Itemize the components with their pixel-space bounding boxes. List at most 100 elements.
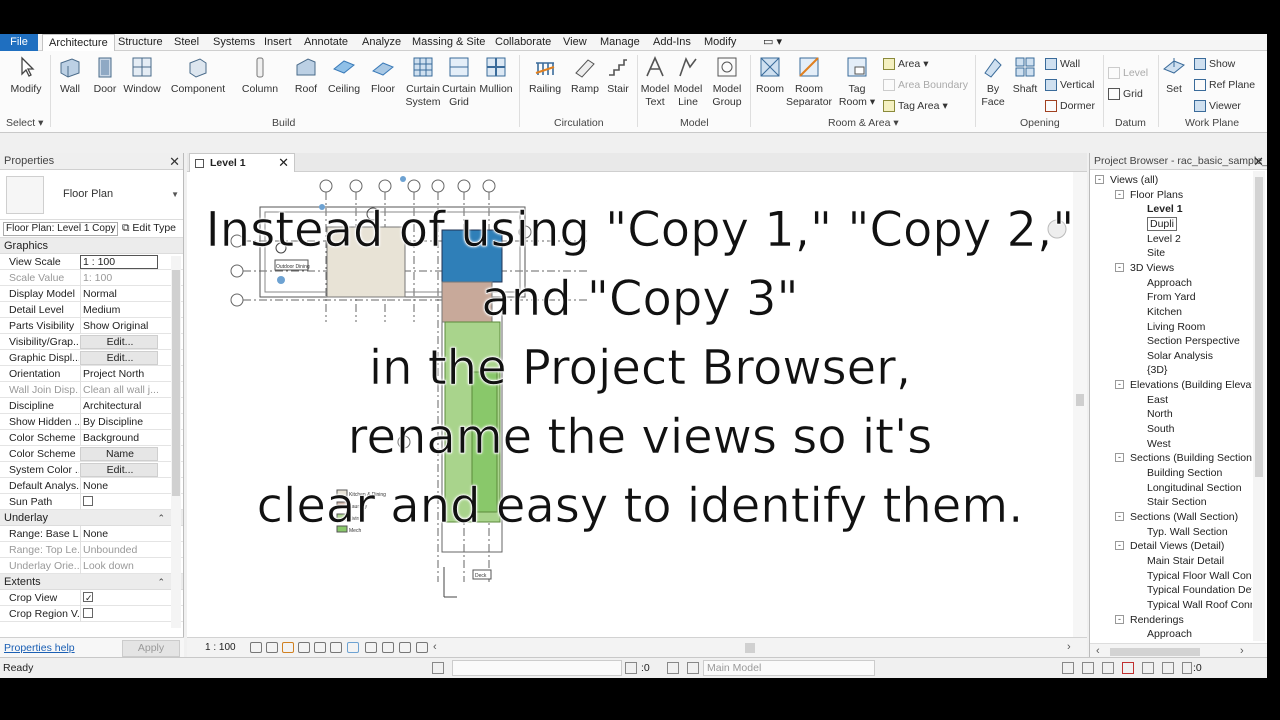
model-line-button[interactable]: Model Line xyxy=(666,55,710,109)
tab-systems[interactable]: Systems xyxy=(207,34,261,51)
collapse-toggle-icon[interactable]: - xyxy=(1115,189,1124,199)
edit-type-button[interactable]: ⧉ Edit Type xyxy=(122,222,176,235)
scroll-thumb[interactable] xyxy=(172,270,180,496)
scroll-thumb[interactable] xyxy=(1255,177,1263,477)
workset-icon[interactable] xyxy=(432,662,444,674)
close-icon[interactable]: ✕ xyxy=(169,153,180,170)
browser-view-item[interactable]: Level 2 xyxy=(1147,232,1181,246)
browser-category[interactable]: Views (all) xyxy=(1110,173,1158,187)
property-value[interactable] xyxy=(80,494,158,510)
checkbox[interactable] xyxy=(83,496,93,507)
ref-plane-button[interactable]: Ref Plane xyxy=(1194,79,1255,91)
type-selector[interactable]: Floor Plan ▼ xyxy=(0,170,183,220)
tab-analyze[interactable]: Analyze xyxy=(356,34,407,51)
editable-only-icon[interactable] xyxy=(625,662,637,674)
scroll-right-icon[interactable]: › xyxy=(1240,645,1244,657)
property-value[interactable]: Edit... xyxy=(80,351,158,365)
property-value[interactable]: Edit... xyxy=(80,463,158,477)
section-underlay[interactable]: Underlay ⌃ xyxy=(0,510,183,526)
property-value[interactable]: Medium xyxy=(80,302,158,318)
browser-view-item[interactable]: Approach xyxy=(1147,627,1192,641)
collapse-toggle-icon[interactable]: - xyxy=(1095,175,1104,184)
main-model-icon[interactable] xyxy=(687,662,699,674)
browser-category[interactable]: Floor Plans xyxy=(1130,188,1183,202)
tab-architecture[interactable]: Architecture xyxy=(42,34,115,52)
tab-steel[interactable]: Steel xyxy=(168,34,205,51)
worksharing-icon[interactable] xyxy=(382,642,394,653)
collapse-icon[interactable]: ⌃ xyxy=(157,510,165,526)
browser-category[interactable]: Renderings xyxy=(1130,613,1184,627)
tab-massing-site[interactable]: Massing & Site xyxy=(406,34,491,51)
modify-button[interactable]: Modify xyxy=(4,55,48,96)
show-workplane-button[interactable]: Show xyxy=(1194,58,1235,70)
tab-view[interactable]: View xyxy=(557,34,593,51)
viewer-button[interactable]: Viewer xyxy=(1194,100,1241,112)
property-value[interactable]: Edit... xyxy=(80,335,158,349)
browser-view-item[interactable]: North xyxy=(1147,407,1173,421)
browser-view-item[interactable]: Longitudinal Section xyxy=(1147,481,1242,495)
shadows-icon[interactable] xyxy=(298,642,310,653)
property-value[interactable]: None xyxy=(80,526,158,542)
property-value[interactable]: Show Original xyxy=(80,318,158,334)
shaft-button[interactable]: Shaft xyxy=(1003,55,1047,96)
tab-level-1[interactable]: Level 1 ✕ xyxy=(189,153,295,172)
floor-button[interactable]: Floor xyxy=(361,55,405,96)
railing-button[interactable]: Railing xyxy=(523,55,567,96)
browser-view-item[interactable]: Stair Section xyxy=(1147,495,1207,509)
vertical-opening-button[interactable]: Vertical xyxy=(1045,79,1094,91)
property-value[interactable]: 1 : 100 xyxy=(80,255,158,269)
detail-level-icon[interactable] xyxy=(250,642,262,653)
background-process-icon[interactable] xyxy=(1162,662,1174,674)
browser-view-item[interactable]: Main Stair Detail xyxy=(1147,554,1224,568)
set-button[interactable]: Set xyxy=(1152,55,1196,96)
tab-structure[interactable]: Structure xyxy=(112,34,169,51)
property-value[interactable]: Name xyxy=(80,447,158,461)
view-navigation-wheel-icon[interactable] xyxy=(1047,219,1067,239)
highlight-displacement-icon[interactable] xyxy=(416,642,428,653)
tag-room-button[interactable]: Tag Room ▾ xyxy=(835,55,879,109)
browser-category[interactable]: Sections (Wall Section) xyxy=(1130,510,1238,524)
design-options-icon[interactable] xyxy=(667,662,679,674)
level-button[interactable]: Level xyxy=(1108,67,1148,79)
collapse-icon[interactable]: ⌃ xyxy=(157,574,165,590)
drag-elements-icon[interactable] xyxy=(1142,662,1154,674)
select-links-icon[interactable] xyxy=(1062,662,1074,674)
property-value[interactable]: Background xyxy=(80,430,158,446)
collapse-toggle-icon[interactable]: - xyxy=(1115,453,1124,463)
section-extents[interactable]: Extents ⌃ xyxy=(0,574,183,590)
browser-view-item[interactable]: Typical Foundation Detail xyxy=(1147,583,1252,597)
browser-scrollbar[interactable] xyxy=(1253,171,1265,641)
browser-view-item[interactable]: Kitchen xyxy=(1147,305,1182,319)
collapse-toggle-icon[interactable]: - xyxy=(1115,262,1124,272)
group-select[interactable]: Select ▾ xyxy=(6,117,43,129)
browser-view-item[interactable]: Typical Floor Wall Connection xyxy=(1147,569,1252,583)
collapse-toggle-icon[interactable]: - xyxy=(1115,380,1124,390)
section-graphics[interactable]: Graphics xyxy=(0,238,183,254)
property-value[interactable]: By Discipline xyxy=(80,414,158,430)
design-option-dropdown[interactable]: Main Model xyxy=(703,660,875,676)
show-crop-region-icon[interactable] xyxy=(330,642,342,653)
checkbox[interactable] xyxy=(83,608,93,619)
analytical-model-icon[interactable] xyxy=(399,642,411,653)
browser-view-item[interactable]: Site xyxy=(1147,246,1165,260)
tab-file[interactable]: File xyxy=(0,34,38,51)
tab-add-ins[interactable]: Add-Ins xyxy=(647,34,697,51)
properties-scrollbar[interactable] xyxy=(171,256,181,628)
tag-area-button[interactable]: Tag Area ▾ xyxy=(883,100,948,112)
workset-dropdown[interactable] xyxy=(452,660,622,676)
ceiling-button[interactable]: Ceiling xyxy=(322,55,366,96)
properties-help-link[interactable]: Properties help xyxy=(4,642,75,654)
scroll-thumb[interactable] xyxy=(1076,394,1084,406)
scroll-left-icon[interactable]: ‹ xyxy=(433,641,437,653)
horizontal-scroll-thumb[interactable] xyxy=(745,643,755,653)
rename-view-input[interactable]: Dupli xyxy=(1147,216,1177,231)
dormer-button[interactable]: Dormer xyxy=(1045,100,1095,112)
property-value[interactable]: None xyxy=(80,478,158,494)
wall-opening-button[interactable]: Wall xyxy=(1045,58,1080,70)
browser-view-item[interactable]: Section Perspective xyxy=(1147,334,1240,348)
view-scale[interactable]: 1 : 100 xyxy=(205,642,236,653)
property-value[interactable]: Normal xyxy=(80,286,158,302)
collapse-toggle-icon[interactable]: - xyxy=(1115,614,1124,624)
browser-view-item[interactable]: Approach xyxy=(1147,276,1192,290)
property-value[interactable]: Architectural xyxy=(80,398,158,414)
